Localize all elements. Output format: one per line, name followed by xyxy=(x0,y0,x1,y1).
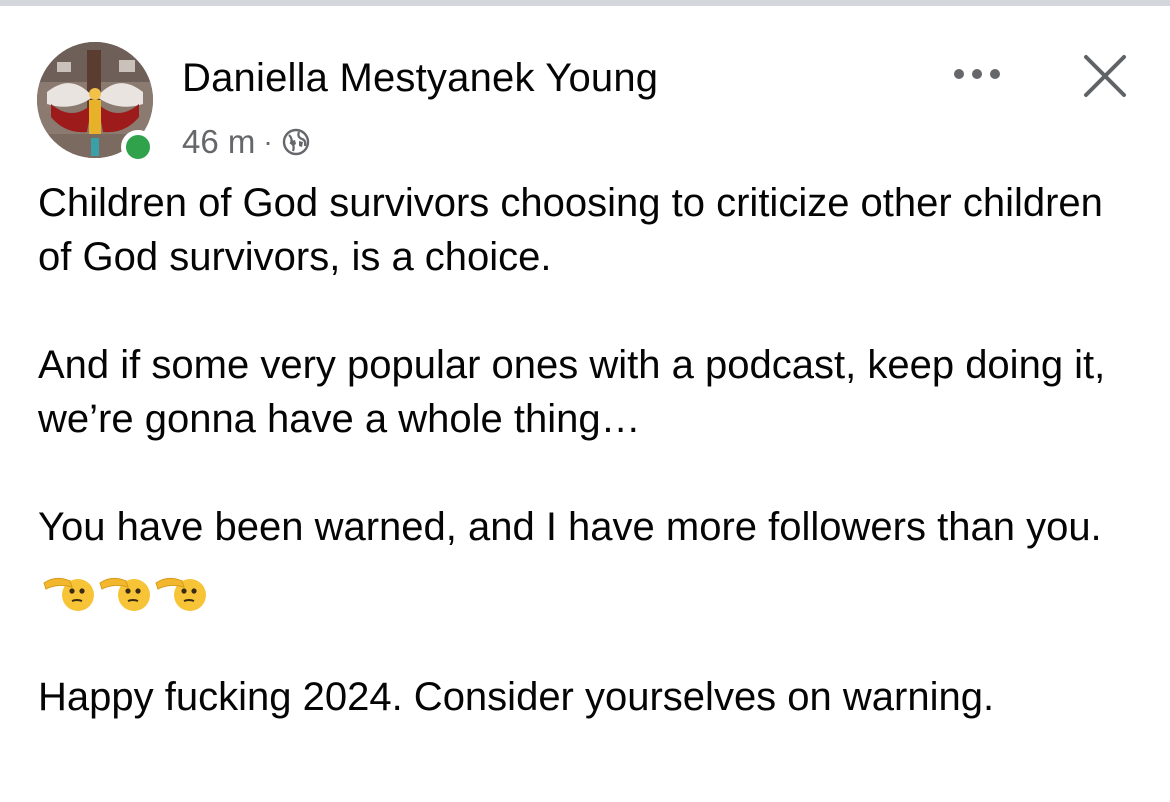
top-divider xyxy=(0,0,1170,6)
online-status-indicator xyxy=(121,130,155,164)
post-screenshot: Daniella Mestyanek Young 46 m · Children… xyxy=(0,0,1170,802)
post-paragraph: Children of God survivors choosing to cr… xyxy=(38,181,1103,279)
post-header: Daniella Mestyanek Young 46 m · xyxy=(37,42,1137,164)
post-text: Children of God survivors choosing to cr… xyxy=(38,176,1138,778)
saluting-face-emoji xyxy=(155,578,206,612)
emoji-group xyxy=(42,562,210,616)
saluting-face-emoji xyxy=(43,578,94,612)
post-paragraph-with-emoji: You have been warned, and I have more fo… xyxy=(38,500,1138,616)
post-paragraph: Happy fucking 2024. Consider yourselves … xyxy=(38,675,995,719)
post-timestamp[interactable]: 46 m xyxy=(182,123,255,161)
globe-icon[interactable] xyxy=(281,127,311,157)
more-options-icon xyxy=(954,69,1000,79)
saluting-face-emoji xyxy=(99,578,150,612)
more-options-button[interactable] xyxy=(947,52,1007,96)
post-meta: 46 m · xyxy=(182,120,311,164)
close-button[interactable] xyxy=(1077,48,1133,104)
post-paragraph-text: You have been warned, and I have more fo… xyxy=(38,505,1102,549)
close-icon xyxy=(1084,55,1126,97)
author-name[interactable]: Daniella Mestyanek Young xyxy=(182,56,658,101)
meta-separator: · xyxy=(263,126,273,157)
post-paragraph: And if some very popular ones with a pod… xyxy=(38,343,1106,441)
